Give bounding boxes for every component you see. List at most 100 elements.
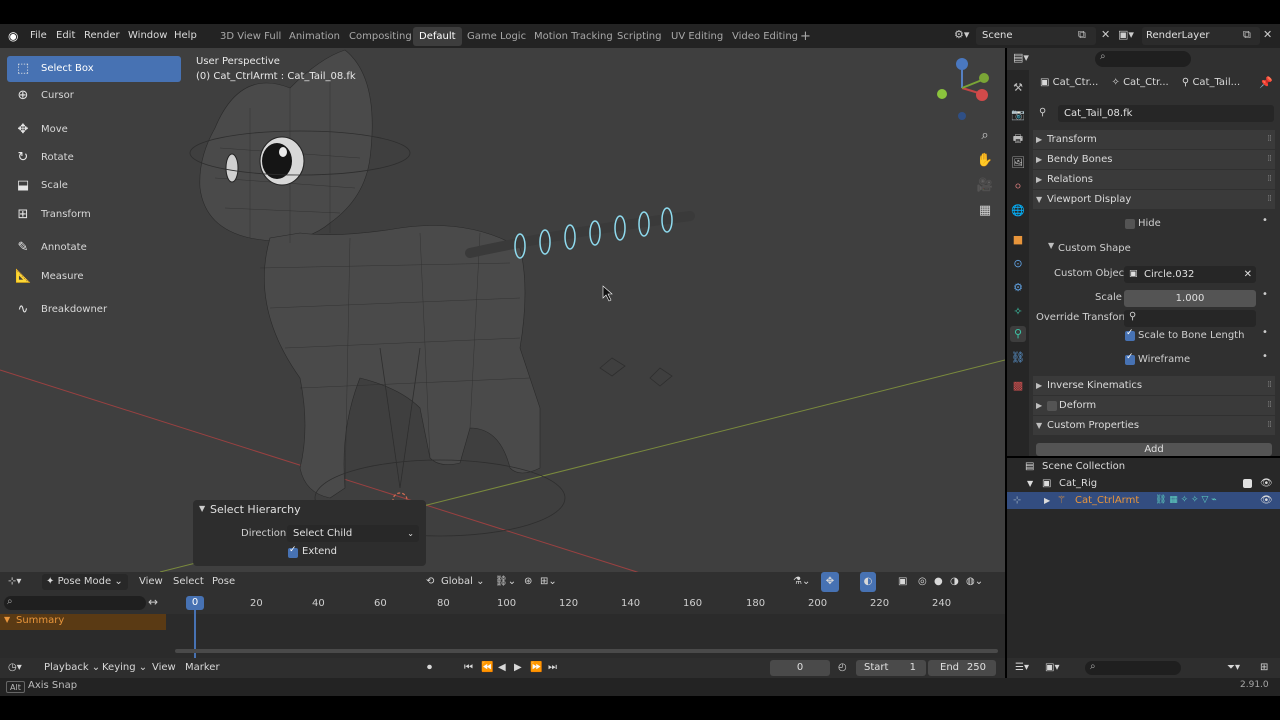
armature-tab-icon[interactable]: ✧ [1010,304,1026,320]
tool-measure[interactable]: 📐 Measure [7,264,181,290]
pivot-icon[interactable]: ⛓⌄ [495,572,516,592]
material-shading-icon[interactable]: ◑ [950,572,959,592]
timeline-scrollbar[interactable] [175,649,998,653]
panel-inverse-kinematics[interactable]: ▶ Inverse Kinematics ⁞⁞ [1033,376,1275,395]
playback-menu[interactable]: Playback ⌄ [44,658,100,678]
panel-bendy-bones[interactable]: ▶ Bendy Bones ⁞⁞ [1033,150,1275,169]
object-tab-icon[interactable]: ■ [1010,232,1026,248]
tab-3d-view-full[interactable]: 3D View Full [214,27,287,46]
menu-help[interactable]: Help [174,24,197,48]
overlay-toggle-icon[interactable]: ◐ [860,572,876,592]
collapse-arrow-icon[interactable]: ▼ [1027,475,1033,492]
outliner-search-input[interactable]: ⌕ [1085,661,1181,675]
expand-arrow-icon[interactable]: ▶ [1044,492,1050,509]
drag-handle-icon[interactable]: ⁞⁞ [1267,396,1272,415]
current-frame-marker[interactable]: 0 [186,596,204,610]
panel-viewport-display[interactable]: ▼ Viewport Display ⁞⁞ [1033,190,1275,209]
tool-move[interactable]: ✥ Move [7,117,181,143]
channel-search-input[interactable]: ⌕ [4,596,146,610]
panel-custom-properties[interactable]: ▼ Custom Properties ⁞⁞ [1033,416,1275,435]
extend-checkbox[interactable] [288,545,298,558]
start-frame-field[interactable]: Start 1 [856,660,926,676]
blender-logo-icon[interactable]: ◉ [8,24,18,48]
camera-icon[interactable]: 🎥 [975,176,995,196]
scale-field[interactable]: 1.000 [1124,290,1256,307]
render-tab-icon[interactable]: 📷 [1010,107,1026,123]
menu-select[interactable]: Select [173,572,204,592]
exclude-checkbox[interactable] [1243,479,1252,488]
collapse-arrow-icon[interactable]: ▼ [1048,241,1054,250]
keyframe-dot-icon[interactable]: • [1262,215,1268,226]
solid-shading-icon[interactable]: ● [934,572,943,592]
outliner-editor-icon[interactable]: ☰▾ [1015,658,1029,678]
menu-marker[interactable]: Marker [185,658,220,678]
modifier-tab-icon[interactable]: ⊙ [1010,256,1026,272]
drag-handle-icon[interactable]: ⁞⁞ [1267,130,1272,149]
wireframe-checkbox[interactable] [1125,352,1135,365]
menu-render[interactable]: Render [84,24,120,48]
orientation-dropdown[interactable]: Global ⌄ [441,572,484,592]
drag-handle-icon[interactable]: ⁞⁞ [1267,170,1272,189]
custom-shape-subpanel[interactable]: Custom Shape [1058,240,1131,258]
outliner-row-armature[interactable]: ⊹ ▶ ⚚ Cat_CtrlArmt ⛓ ▦ ✧ ✧ ▽ ⌁ 👁 [1007,492,1280,509]
timeline-editor-icon[interactable]: ◷▾ [8,658,22,678]
wireframe-shading-icon[interactable]: ◎ [918,572,927,592]
clear-icon[interactable]: ✕ [1244,266,1252,283]
tab-animation[interactable]: Animation [283,27,346,46]
current-frame-field[interactable]: 0 [770,660,830,676]
eye-icon[interactable]: 👁 [1260,475,1273,492]
tool-cursor[interactable]: ⊕ Cursor [7,83,181,109]
properties-editor-icon[interactable]: ▤▾ [1013,51,1029,64]
add-workspace-button[interactable]: + [794,27,817,46]
properties-search-input[interactable]: ⌕ [1095,51,1191,67]
keyframe-dot-icon[interactable]: • [1262,351,1268,362]
add-property-button[interactable]: Add [1036,443,1272,456]
tab-scripting[interactable]: Scripting [611,27,667,46]
keyframe-dot-icon[interactable]: • [1262,327,1268,338]
rendered-shading-icon[interactable]: ◍⌄ [966,572,983,592]
filter-icon[interactable]: ⏷▾ [1227,658,1240,678]
panel-deform[interactable]: ▶ Deform ⁞⁞ [1033,396,1275,415]
delete-layer-icon[interactable]: ✕ [1263,28,1272,41]
drag-handle-icon[interactable]: ⁞⁞ [1267,416,1272,435]
panel-transform[interactable]: ▶ Transform ⁞⁞ [1033,130,1275,149]
new-collection-icon[interactable]: ⊞ [1260,658,1268,678]
tab-compositing[interactable]: Compositing [343,27,418,46]
eye-icon[interactable]: 👁 [1260,492,1273,509]
play-icon[interactable]: ▶ [514,658,522,678]
snap-target-icon[interactable]: ⊞⌄ [540,572,557,592]
xray-icon[interactable]: ▣ [898,572,907,592]
bone-tab-icon[interactable]: ⚲ [1010,326,1026,342]
world-tab-icon[interactable]: 🌐 [1010,203,1026,219]
tab-game-logic[interactable]: Game Logic [461,27,532,46]
menu-window[interactable]: Window [128,24,167,48]
view-layer-tab-icon[interactable]: 🖼 [1010,155,1026,171]
summary-channel[interactable]: ▼ Summary [0,614,166,630]
panel-relations[interactable]: ▶ Relations ⁞⁞ [1033,170,1275,189]
tab-video-editing[interactable]: Video Editing [726,27,804,46]
snap-icon[interactable]: ⊛ [524,572,532,592]
3d-viewport[interactable]: User Perspective (0) Cat_CtrlArmt : Cat_… [0,48,1005,572]
custom-object-field[interactable]: ▣ Circle.032 ✕ [1124,266,1256,283]
editor-type-icon[interactable]: ⊹▾ [8,572,21,592]
tool-transform[interactable]: ⊞ Transform [7,202,181,228]
menu-view[interactable]: View [139,572,163,592]
zoom-icon[interactable]: ⌕ [975,126,995,146]
constraint-tab-icon[interactable]: ⚙ [1010,280,1026,296]
clock-icon[interactable]: ◴ [838,658,847,678]
tab-motion-tracking[interactable]: Motion Tracking [528,27,619,46]
scene-icon[interactable]: ⚙▾ [954,28,972,44]
tab-default[interactable]: Default [413,27,462,46]
drag-handle-icon[interactable]: ⁞⁞ [1267,150,1272,169]
tool-breakdowner[interactable]: ∿ Breakdowner [7,297,181,323]
jump-start-icon[interactable]: ⏮ [464,658,473,678]
override-transform-field[interactable]: ⚲ [1124,310,1256,327]
record-icon[interactable]: ⏺ [427,658,432,678]
prev-keyframe-icon[interactable]: ⏪ [481,658,493,678]
pin-icon[interactable]: 📌 [1259,76,1273,89]
jump-end-icon[interactable]: ⏭ [548,658,557,678]
tool-select-box[interactable]: ⬚ Select Box [7,56,181,82]
expand-arrows-icon[interactable]: ↔ [148,595,158,609]
texture-tab-icon[interactable]: ▩ [1010,378,1026,394]
menu-pose[interactable]: Pose [212,572,235,592]
